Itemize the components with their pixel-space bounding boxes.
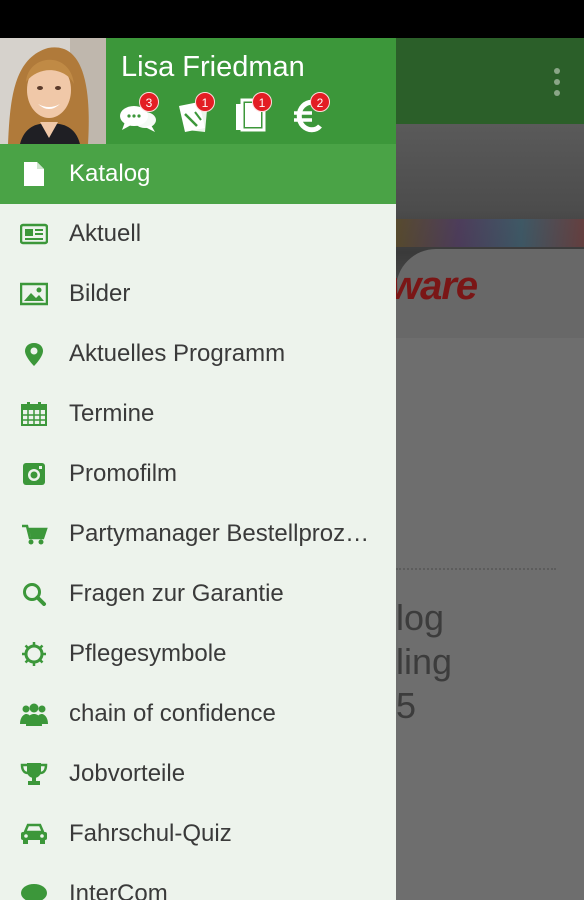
menu-item-label: Partymanager Bestellprozess bbox=[69, 520, 376, 547]
documents-badge: 1 bbox=[252, 92, 272, 112]
newspaper-icon bbox=[20, 223, 48, 245]
user-name: Lisa Friedman bbox=[121, 51, 305, 83]
menu-item-katalog[interactable]: Katalog bbox=[0, 144, 396, 204]
calendar-icon bbox=[21, 402, 47, 426]
menu-item-label: Jobvorteile bbox=[69, 760, 186, 787]
documents-button[interactable]: 1 bbox=[232, 92, 276, 136]
group-icon bbox=[20, 703, 48, 726]
menu-item-aktuell[interactable]: Aktuell bbox=[0, 204, 396, 264]
background-toolbar bbox=[396, 38, 584, 124]
overflow-menu-icon bbox=[554, 68, 560, 96]
navigation-drawer: Lisa Friedman 3 1 1 2 Katalog Aktuell Bi… bbox=[0, 38, 396, 900]
menu-item-intercom[interactable]: InterCom bbox=[0, 864, 396, 900]
menu-item-label: Aktuelles Programm bbox=[69, 340, 286, 367]
balance-button[interactable]: 2 bbox=[290, 92, 334, 136]
map-pin-icon bbox=[25, 343, 43, 366]
menu-item-pflegesymbole[interactable]: Pflegesymbole bbox=[0, 624, 396, 684]
camera-icon bbox=[23, 463, 45, 485]
vouchers-badge: 1 bbox=[195, 92, 215, 112]
avatar[interactable] bbox=[0, 38, 106, 144]
drawer-header: Lisa Friedman 3 1 1 2 bbox=[0, 38, 396, 144]
background-app: ware log ling 5 bbox=[396, 38, 584, 900]
menu-item-termine[interactable]: Termine bbox=[0, 384, 396, 444]
menu-item-label: Promofilm bbox=[69, 460, 178, 487]
background-content: log ling 5 bbox=[396, 338, 584, 900]
menu-item-promofilm[interactable]: Promofilm bbox=[0, 444, 396, 504]
messages-badge: 3 bbox=[139, 92, 159, 112]
balance-badge: 2 bbox=[310, 92, 330, 112]
vouchers-button[interactable]: 1 bbox=[175, 92, 219, 136]
messages-button[interactable]: 3 bbox=[119, 92, 163, 136]
menu-item-aktuelles-programm[interactable]: Aktuelles Programm bbox=[0, 324, 396, 384]
menu-item-fragen-zur-garantie[interactable]: Fragen zur Garantie bbox=[0, 564, 396, 624]
search-icon bbox=[23, 583, 46, 606]
menu-item-jobvorteile[interactable]: Jobvorteile bbox=[0, 744, 396, 804]
trophy-icon bbox=[20, 763, 48, 785]
background-title: log ling 5 bbox=[396, 597, 453, 726]
banner-shelf bbox=[396, 219, 584, 247]
menu-item-label: Aktuell bbox=[69, 220, 142, 247]
menu-item-bilder[interactable]: Bilder bbox=[0, 264, 396, 324]
menu-item-label: InterCom bbox=[69, 880, 168, 900]
menu-item-label: Fahrschul-Quiz bbox=[69, 820, 232, 847]
menu-item-partymanager[interactable]: Partymanager Bestellprozess bbox=[0, 504, 396, 564]
menu-item-label: Termine bbox=[69, 400, 155, 427]
menu-item-label: Fragen zur Garantie bbox=[69, 580, 284, 607]
image-icon bbox=[20, 282, 48, 306]
cart-icon bbox=[22, 524, 48, 545]
background-divider bbox=[396, 568, 556, 571]
banner-brand-text: ware bbox=[396, 264, 478, 308]
status-bar bbox=[0, 0, 584, 38]
menu-item-label: Pflegesymbole bbox=[69, 640, 227, 667]
menu-item-label: Katalog bbox=[69, 160, 151, 187]
avatar-photo bbox=[0, 38, 106, 144]
menu-item-fahrschul-quiz[interactable]: Fahrschul-Quiz bbox=[0, 804, 396, 864]
menu-item-label: chain of confidence bbox=[69, 700, 276, 727]
menu-item-label: Bilder bbox=[69, 280, 131, 307]
chat-icon bbox=[21, 884, 47, 900]
document-icon bbox=[24, 162, 44, 186]
sun-icon bbox=[22, 642, 46, 666]
car-icon bbox=[21, 823, 47, 844]
background-banner-image: ware bbox=[396, 124, 584, 338]
menu-item-chain-of-confidence[interactable]: chain of confidence bbox=[0, 684, 396, 744]
drawer-menu: Katalog Aktuell Bilder Aktuelles Program… bbox=[0, 144, 396, 900]
